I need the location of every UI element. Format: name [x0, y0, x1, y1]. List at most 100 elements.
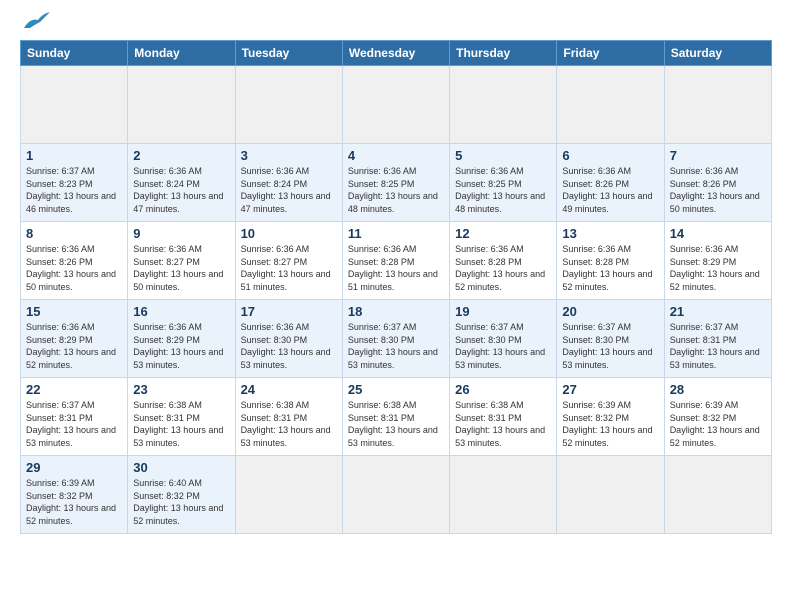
calendar: SundayMondayTuesdayWednesdayThursdayFrid…	[20, 40, 772, 534]
day-info: Sunrise: 6:37 AM Sunset: 8:31 PM Dayligh…	[670, 321, 766, 371]
day-number: 24	[241, 382, 337, 397]
weekday-header: Sunday	[21, 41, 128, 66]
day-info: Sunrise: 6:36 AM Sunset: 8:28 PM Dayligh…	[348, 243, 444, 293]
day-number: 16	[133, 304, 229, 319]
day-info: Sunrise: 6:36 AM Sunset: 8:29 PM Dayligh…	[670, 243, 766, 293]
calendar-cell: 2 Sunrise: 6:36 AM Sunset: 8:24 PM Daylig…	[128, 144, 235, 222]
day-info: Sunrise: 6:36 AM Sunset: 8:28 PM Dayligh…	[455, 243, 551, 293]
calendar-cell	[450, 456, 557, 534]
calendar-cell: 11 Sunrise: 6:36 AM Sunset: 8:28 PM Dayli…	[342, 222, 449, 300]
day-number: 2	[133, 148, 229, 163]
day-number: 17	[241, 304, 337, 319]
day-number: 7	[670, 148, 766, 163]
day-info: Sunrise: 6:36 AM Sunset: 8:25 PM Dayligh…	[455, 165, 551, 215]
calendar-cell: 14 Sunrise: 6:36 AM Sunset: 8:29 PM Dayli…	[664, 222, 771, 300]
calendar-cell	[21, 66, 128, 144]
weekday-header: Saturday	[664, 41, 771, 66]
calendar-cell	[450, 66, 557, 144]
day-info: Sunrise: 6:36 AM Sunset: 8:27 PM Dayligh…	[133, 243, 229, 293]
day-number: 23	[133, 382, 229, 397]
day-number: 6	[562, 148, 658, 163]
day-number: 21	[670, 304, 766, 319]
day-info: Sunrise: 6:38 AM Sunset: 8:31 PM Dayligh…	[241, 399, 337, 449]
weekday-header: Wednesday	[342, 41, 449, 66]
day-info: Sunrise: 6:40 AM Sunset: 8:32 PM Dayligh…	[133, 477, 229, 527]
page: SundayMondayTuesdayWednesdayThursdayFrid…	[0, 0, 792, 612]
day-number: 4	[348, 148, 444, 163]
weekday-header: Thursday	[450, 41, 557, 66]
day-number: 18	[348, 304, 444, 319]
day-number: 22	[26, 382, 122, 397]
calendar-cell: 29 Sunrise: 6:39 AM Sunset: 8:32 PM Dayli…	[21, 456, 128, 534]
calendar-cell	[557, 456, 664, 534]
day-info: Sunrise: 6:36 AM Sunset: 8:26 PM Dayligh…	[670, 165, 766, 215]
calendar-cell	[235, 66, 342, 144]
day-info: Sunrise: 6:36 AM Sunset: 8:24 PM Dayligh…	[133, 165, 229, 215]
calendar-cell: 24 Sunrise: 6:38 AM Sunset: 8:31 PM Dayli…	[235, 378, 342, 456]
calendar-cell: 7 Sunrise: 6:36 AM Sunset: 8:26 PM Daylig…	[664, 144, 771, 222]
day-info: Sunrise: 6:37 AM Sunset: 8:30 PM Dayligh…	[348, 321, 444, 371]
day-info: Sunrise: 6:39 AM Sunset: 8:32 PM Dayligh…	[26, 477, 122, 527]
day-number: 14	[670, 226, 766, 241]
day-info: Sunrise: 6:38 AM Sunset: 8:31 PM Dayligh…	[348, 399, 444, 449]
logo-bird-icon	[22, 10, 52, 32]
day-number: 5	[455, 148, 551, 163]
calendar-cell	[342, 66, 449, 144]
day-number: 20	[562, 304, 658, 319]
day-number: 25	[348, 382, 444, 397]
calendar-cell: 13Sunrise: 6:36 AM Sunset: 8:28 PM Dayli…	[557, 222, 664, 300]
calendar-cell: 26 Sunrise: 6:38 AM Sunset: 8:31 PM Dayli…	[450, 378, 557, 456]
day-number: 8	[26, 226, 122, 241]
day-info: Sunrise: 6:38 AM Sunset: 8:31 PM Dayligh…	[133, 399, 229, 449]
calendar-cell	[342, 456, 449, 534]
calendar-cell: 28 Sunrise: 6:39 AM Sunset: 8:32 PM Dayli…	[664, 378, 771, 456]
day-info: Sunrise: 6:39 AM Sunset: 8:32 PM Dayligh…	[562, 399, 658, 449]
day-number: 27	[562, 382, 658, 397]
day-info: Sunrise: 6:36 AM Sunset: 8:29 PM Dayligh…	[133, 321, 229, 371]
calendar-cell: 3 Sunrise: 6:36 AM Sunset: 8:24 PM Daylig…	[235, 144, 342, 222]
calendar-cell	[664, 66, 771, 144]
calendar-cell: 12 Sunrise: 6:36 AM Sunset: 8:28 PM Dayli…	[450, 222, 557, 300]
day-info: Sunrise: 6:36 AM Sunset: 8:26 PM Dayligh…	[26, 243, 122, 293]
day-info: Sunrise: 6:37 AM Sunset: 8:23 PM Dayligh…	[26, 165, 122, 215]
calendar-cell: 20 Sunrise: 6:37 AM Sunset: 8:30 PM Dayli…	[557, 300, 664, 378]
day-info: Sunrise: 6:36 AM Sunset: 8:26 PM Dayligh…	[562, 165, 658, 215]
calendar-cell: 22Sunrise: 6:37 AM Sunset: 8:31 PM Dayli…	[21, 378, 128, 456]
calendar-cell: 27 Sunrise: 6:39 AM Sunset: 8:32 PM Dayli…	[557, 378, 664, 456]
calendar-cell: 21 Sunrise: 6:37 AM Sunset: 8:31 PM Dayli…	[664, 300, 771, 378]
day-number: 1	[26, 148, 122, 163]
calendar-cell: 6 Sunrise: 6:36 AM Sunset: 8:26 PM Daylig…	[557, 144, 664, 222]
day-info: Sunrise: 6:37 AM Sunset: 8:30 PM Dayligh…	[562, 321, 658, 371]
calendar-cell	[664, 456, 771, 534]
calendar-cell: 25 Sunrise: 6:38 AM Sunset: 8:31 PM Dayli…	[342, 378, 449, 456]
weekday-header: Monday	[128, 41, 235, 66]
day-number: 3	[241, 148, 337, 163]
day-number: 11	[348, 226, 444, 241]
weekday-header: Friday	[557, 41, 664, 66]
day-number: 28	[670, 382, 766, 397]
day-number: 30	[133, 460, 229, 475]
calendar-cell: 30 Sunrise: 6:40 AM Sunset: 8:32 PM Dayli…	[128, 456, 235, 534]
day-number: 9	[133, 226, 229, 241]
day-info: Sunrise: 6:36 AM Sunset: 8:27 PM Dayligh…	[241, 243, 337, 293]
calendar-cell: 4 Sunrise: 6:36 AM Sunset: 8:25 PM Daylig…	[342, 144, 449, 222]
day-info: Sunrise: 6:36 AM Sunset: 8:25 PM Dayligh…	[348, 165, 444, 215]
calendar-cell	[128, 66, 235, 144]
calendar-cell: 23 Sunrise: 6:38 AM Sunset: 8:31 PM Dayli…	[128, 378, 235, 456]
calendar-cell: 15Sunrise: 6:36 AM Sunset: 8:29 PM Dayli…	[21, 300, 128, 378]
day-info: Sunrise: 6:36 AM Sunset: 8:24 PM Dayligh…	[241, 165, 337, 215]
calendar-cell: 16 Sunrise: 6:36 AM Sunset: 8:29 PM Dayli…	[128, 300, 235, 378]
calendar-cell: 9 Sunrise: 6:36 AM Sunset: 8:27 PM Daylig…	[128, 222, 235, 300]
day-number: 15	[26, 304, 122, 319]
header	[20, 18, 772, 32]
day-info: Sunrise: 6:39 AM Sunset: 8:32 PM Dayligh…	[670, 399, 766, 449]
day-number: 12	[455, 226, 551, 241]
day-number: 29	[26, 460, 122, 475]
day-number: 26	[455, 382, 551, 397]
day-info: Sunrise: 6:36 AM Sunset: 8:30 PM Dayligh…	[241, 321, 337, 371]
day-info: Sunrise: 6:36 AM Sunset: 8:28 PM Dayligh…	[562, 243, 658, 293]
logo	[20, 18, 52, 32]
day-info: Sunrise: 6:38 AM Sunset: 8:31 PM Dayligh…	[455, 399, 551, 449]
calendar-cell: 18 Sunrise: 6:37 AM Sunset: 8:30 PM Dayli…	[342, 300, 449, 378]
calendar-cell: 5 Sunrise: 6:36 AM Sunset: 8:25 PM Daylig…	[450, 144, 557, 222]
